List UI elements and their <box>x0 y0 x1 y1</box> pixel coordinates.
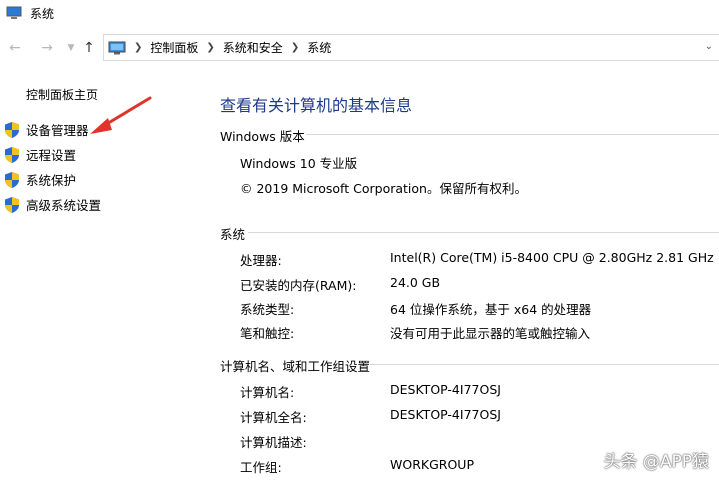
full-computer-name-value: DESKTOP-4I77OSJ <box>390 407 501 422</box>
section-heading-computer-name: 计算机名、域和工作组设置 <box>220 359 371 374</box>
shield-icon <box>5 171 19 188</box>
windows-edition: Windows 10 专业版 <box>240 156 358 171</box>
pen-touch-value: 没有可用于此显示器的笔或触控输入 <box>390 326 591 341</box>
breadcrumb-separator[interactable]: ❯ <box>291 42 299 53</box>
breadcrumb-separator[interactable]: ❯ <box>206 42 214 53</box>
arrow-right-icon: → <box>41 40 53 56</box>
navigation-bar: ← → ▼ ↑ ❯ 控制面板 ❯ 系统和安全 ❯ 系统 ⌄ <box>0 34 719 62</box>
section-heading-system: 系统 <box>220 227 246 242</box>
system-type-label: 系统类型: <box>240 302 295 317</box>
shield-icon <box>5 146 19 163</box>
sidebar-item-label: 远程设置 <box>26 148 77 163</box>
address-bar[interactable]: ❯ 控制面板 ❯ 系统和安全 ❯ 系统 ⌄ <box>103 34 719 61</box>
computer-name-value: DESKTOP-4I77OSJ <box>390 382 501 397</box>
processor-label: 处理器: <box>240 253 282 268</box>
breadcrumb-separator: ❯ <box>134 42 143 53</box>
computer-name-label: 计算机名: <box>240 385 295 400</box>
processor-value: Intel(R) Core(TM) i5-8400 CPU @ 2.80GHz … <box>390 250 714 265</box>
pen-touch-label: 笔和触控: <box>240 326 295 341</box>
sidebar-item-label: 系统保护 <box>26 173 77 188</box>
arrow-up-icon: ↑ <box>83 40 95 56</box>
sidebar-item-device-manager[interactable]: 设备管理器 <box>4 120 89 139</box>
sidebar-item-label: 高级系统设置 <box>26 198 102 213</box>
system-window: 系统 ← → ▼ ↑ ❯ 控制面板 ❯ 系统和安全 ❯ 系统 ⌄ 控制面板主页 … <box>0 0 719 484</box>
sidebar-item-remote-settings[interactable]: 远程设置 <box>4 145 76 164</box>
workgroup-label: 工作组: <box>240 460 282 475</box>
forward-button[interactable]: → <box>38 38 56 58</box>
recent-locations-button[interactable]: ▼ <box>62 38 80 58</box>
section-divider <box>248 232 719 233</box>
section-heading-windows-edition: Windows 版本 <box>220 129 305 144</box>
chevron-down-icon: ▼ <box>67 43 75 53</box>
sidebar: 控制面板主页 设备管理器 远程设置 系统保护 高级系统设置 <box>0 62 200 484</box>
shield-icon <box>5 196 19 213</box>
windows-copyright: © 2019 Microsoft Corporation。保留所有权利。 <box>240 181 527 196</box>
workgroup-value: WORKGROUP <box>390 457 474 472</box>
main-content: 查看有关计算机的基本信息 Windows 版本 Windows 10 专业版 ©… <box>220 62 719 484</box>
ram-label: 已安装的内存(RAM): <box>240 278 357 293</box>
computer-description-label: 计算机描述: <box>240 435 307 450</box>
breadcrumb-system[interactable]: 系统 <box>307 39 331 56</box>
arrow-left-icon: ← <box>9 40 21 56</box>
section-divider <box>370 364 719 365</box>
window-title: 系统 <box>30 6 55 21</box>
page-title: 查看有关计算机的基本信息 <box>220 96 413 115</box>
shield-icon <box>5 121 19 138</box>
control-panel-icon <box>108 41 126 54</box>
computer-icon <box>6 6 22 19</box>
sidebar-item-system-protection[interactable]: 系统保护 <box>4 170 76 189</box>
full-computer-name-label: 计算机全名: <box>240 410 307 425</box>
up-button[interactable]: ↑ <box>80 38 98 58</box>
back-button[interactable]: ← <box>6 38 24 58</box>
breadcrumb-system-and-security[interactable]: 系统和安全 <box>223 39 283 56</box>
breadcrumb-control-panel[interactable]: 控制面板 <box>150 39 198 56</box>
address-dropdown-icon[interactable]: ⌄ <box>705 41 713 52</box>
watermark: 头条 @APP猿 <box>603 452 709 472</box>
system-type-value: 64 位操作系统，基于 x64 的处理器 <box>390 302 592 317</box>
sidebar-item-label: 设备管理器 <box>26 123 89 138</box>
red-arrow-annotation <box>90 96 152 134</box>
section-divider <box>306 134 719 135</box>
title-bar: 系统 <box>0 0 719 26</box>
sidebar-item-advanced-system-settings[interactable]: 高级系统设置 <box>4 195 101 214</box>
ram-value: 24.0 GB <box>390 275 441 290</box>
